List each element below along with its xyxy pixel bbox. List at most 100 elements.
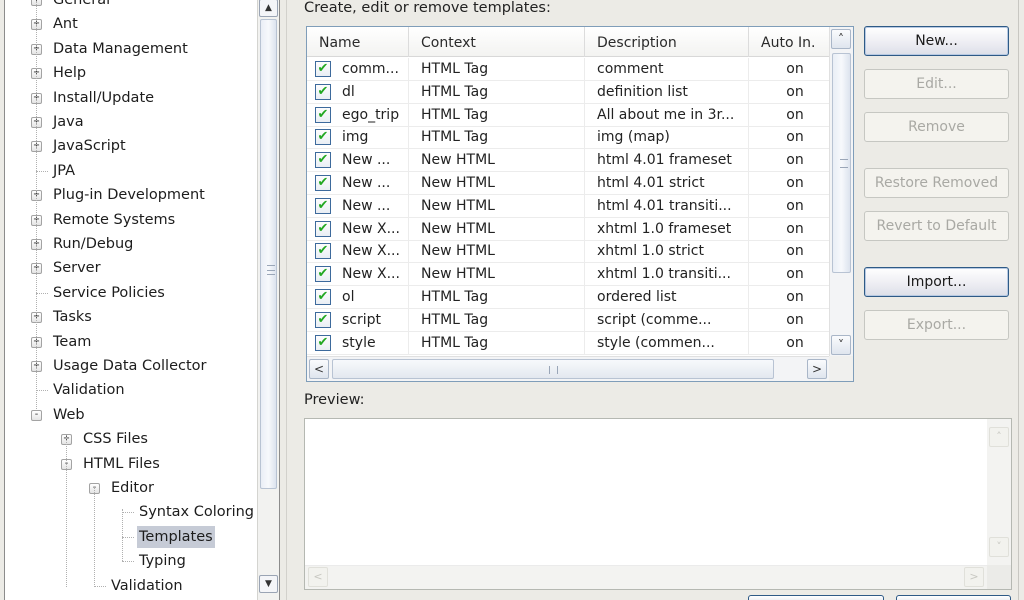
enabled-checkbox[interactable]: ✔ [315,289,331,305]
cell-description: style (commen... [585,331,749,355]
enabled-checkbox[interactable]: ✔ [315,83,331,100]
preview-area[interactable]: ˄ ˅ < > [304,418,1012,590]
column-header-name[interactable]: Name [307,27,409,57]
export-button[interactable]: Export... [864,310,1009,340]
tree-item[interactable]: JPA [5,160,257,182]
scroll-right-icon[interactable]: > [807,359,827,379]
enabled-checkbox[interactable]: ✔ [315,311,331,328]
table-row[interactable]: ✔ dl HTML Tag definition list on [307,80,829,104]
enabled-checkbox[interactable]: ✔ [315,61,331,77]
tree-guide-line [66,437,67,587]
tree-item[interactable]: + Team [5,331,257,353]
cell-auto-insert: on [786,152,804,169]
tree-item-label: Editor [111,480,154,496]
table-row[interactable]: ✔ script HTML Tag script (comme... on [307,308,829,332]
scroll-right-icon[interactable]: > [964,567,984,587]
scroll-up-arrow-icon[interactable]: ▲ [259,0,278,17]
enabled-checkbox[interactable]: ✔ [315,106,331,123]
tree-item[interactable]: - Web [5,404,257,426]
tree-item[interactable]: Templates [5,525,257,548]
tree-item[interactable]: + Server [5,257,257,279]
column-header-description[interactable]: Description [585,27,749,57]
tree-item[interactable]: + CSS Files [5,428,257,450]
collapse-icon[interactable]: - [31,409,42,421]
pane-divider[interactable] [286,0,287,600]
enabled-checkbox[interactable]: ✔ [315,175,331,191]
enabled-checkbox[interactable]: ✔ [315,334,331,351]
restore-removed-button[interactable]: Restore Removed [864,168,1009,198]
table-row[interactable]: ✔ New X... New HTML xhtml 1.0 transiti... on [307,263,829,287]
table-row[interactable]: ✔ New X... New HTML xhtml 1.0 frameset on [307,217,829,241]
tree-scroll-thumb[interactable] [260,19,277,489]
tree-item[interactable]: Service Policies [5,282,257,304]
tree-item-label: Syntax Coloring [139,504,255,521]
table-row[interactable]: ✔ comm... HTML Tag comment on [307,58,829,81]
tree-connector [122,512,134,514]
grip-icon [267,265,275,275]
table-hscroll-thumb[interactable] [332,359,774,379]
enabled-checkbox[interactable]: ✔ [315,129,331,146]
tree-item[interactable]: - Editor [5,477,257,499]
scroll-up-icon[interactable]: ˄ [831,29,851,49]
preview-horizontal-scrollbar[interactable]: < > [305,565,987,589]
revert-to-default-button[interactable]: Revert to Default [864,211,1009,241]
table-row[interactable]: ✔ New ... New HTML html 4.01 transiti... on [307,194,829,218]
tree-item[interactable]: Typing [5,550,257,572]
table-row[interactable]: ✔ New ... New HTML html 4.01 strict on [307,172,829,195]
table-row[interactable]: ✔ ego_trip HTML Tag All about me in 3r... on [307,103,829,127]
import-button[interactable]: Import... [864,267,1009,297]
tree-item[interactable]: + Run/Debug [5,233,257,255]
scroll-down-arrow-icon[interactable]: ▼ [259,575,278,593]
tree-item[interactable]: + Plug-in Development [5,184,257,206]
tree-item[interactable]: Validation [5,379,257,401]
table-row[interactable]: ✔ style HTML Tag style (commen... on [307,331,829,355]
template-name: New X... [342,243,400,260]
tree-vertical-scrollbar[interactable]: ▲ ▼ [257,0,279,600]
remove-button[interactable]: Remove [864,112,1009,142]
enabled-checkbox[interactable]: ✔ [315,220,331,237]
enabled-checkbox[interactable]: ✔ [315,152,331,169]
tree-item[interactable]: Syntax Coloring [5,501,257,523]
grip-icon [549,366,558,374]
cell-description: xhtml 1.0 strict [585,240,749,264]
restore-defaults-button[interactable] [748,595,884,600]
tree-item-label: Typing [139,553,186,570]
scroll-down-icon[interactable]: ˅ [831,335,851,355]
table-vscroll-thumb[interactable] [832,53,851,273]
tree-item[interactable]: Validation [5,575,257,597]
cell-description: img (map) [585,126,749,150]
enabled-checkbox[interactable]: ✔ [315,266,331,283]
tree-item[interactable]: + Remote Systems [5,209,257,231]
table-vertical-scrollbar[interactable]: ˄ ˅ [829,27,853,357]
tree-item[interactable]: + JavaScript [5,135,257,157]
tree-item[interactable]: + Usage Data Collector [5,355,257,377]
table-row[interactable]: ✔ New ... New HTML html 4.01 frameset on [307,149,829,173]
enabled-checkbox[interactable]: ✔ [315,243,331,260]
scroll-left-icon[interactable]: < [308,567,328,587]
tree-item[interactable]: + Java [5,111,257,133]
tree-item[interactable]: + Ant [5,13,257,35]
preview-vertical-scrollbar[interactable]: ˄ ˅ [987,419,1011,567]
apply-button[interactable] [896,595,1011,600]
table-row[interactable]: ✔ ol HTML Tag ordered list on [307,286,829,309]
tree-item[interactable]: + Install/Update [5,87,257,109]
table-row[interactable]: ✔ img HTML Tag img (map) on [307,126,829,150]
scroll-up-icon[interactable]: ˄ [989,427,1009,447]
cell-context: New HTML [409,263,585,287]
enabled-checkbox[interactable]: ✔ [315,197,331,214]
new-button[interactable]: New... [864,26,1009,56]
edit-button[interactable]: Edit... [864,69,1009,99]
cell-description: xhtml 1.0 transiti... [585,263,749,287]
scroll-left-icon[interactable]: < [309,359,329,379]
column-header-context[interactable]: Context [409,27,585,57]
tree-item[interactable]: +General [5,0,257,11]
table-horizontal-scrollbar[interactable]: < > [307,356,829,381]
tree-item[interactable]: + Data Management [5,38,257,60]
table-row[interactable]: ✔ New X... New HTML xhtml 1.0 strict on [307,240,829,264]
tree-item[interactable]: + Tasks [5,306,257,328]
scroll-down-icon[interactable]: ˅ [989,537,1009,557]
template-name: script [342,311,382,328]
tree-item[interactable]: + Help [5,62,257,84]
column-header-auto-insert[interactable]: Auto In. [749,27,831,57]
tree-item[interactable]: - HTML Files [5,453,257,475]
